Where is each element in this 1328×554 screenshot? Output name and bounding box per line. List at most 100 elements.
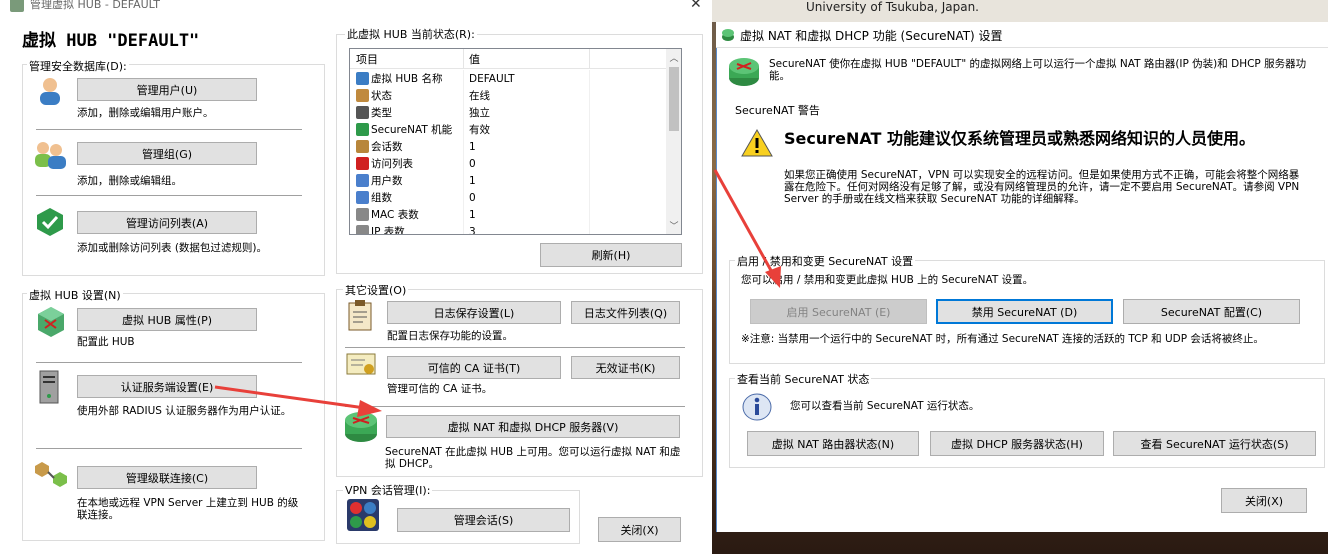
- scroll-up-icon[interactable]: ︿: [666, 51, 681, 64]
- warning-label: SecureNAT 警告: [735, 104, 820, 117]
- status-row-icon: [356, 174, 369, 187]
- col-value-header[interactable]: 值: [464, 49, 590, 68]
- row-item-label: MAC 表数: [371, 209, 419, 221]
- manage-users-button[interactable]: 管理用户(U): [77, 78, 257, 101]
- table-row[interactable]: 虚拟 HUB 名称 DEFAULT: [350, 70, 666, 87]
- other-settings-label: 其它设置(O): [343, 282, 409, 298]
- status-table[interactable]: 项目 值 虚拟 HUB 名称 DEFAULT 状态 在线 类型 独立 SecureNAT 机…: [349, 48, 682, 235]
- warning-body: 如果您正确使用 SecureNAT，VPN 可以实现安全的远程访问。但是如果使用…: [784, 169, 1300, 205]
- row-item-label: SecureNAT 机能: [371, 124, 453, 136]
- divider: [36, 362, 302, 363]
- divider: [36, 129, 302, 130]
- manage-users-desc: 添加，删除或编辑用户账户。: [77, 107, 214, 119]
- status-row-icon: [356, 225, 369, 234]
- row-item-cell: IP 表数: [350, 223, 464, 234]
- refresh-button[interactable]: 刷新(H): [540, 243, 682, 267]
- manage-groups-desc: 添加，删除或编辑组。: [77, 175, 182, 187]
- status-row-icon: [356, 191, 369, 204]
- cascade-icon: [34, 460, 68, 490]
- enable-securenat-button[interactable]: 启用 SecureNAT (E): [750, 299, 927, 324]
- table-row[interactable]: 会话数 1: [350, 138, 666, 155]
- row-item-cell: 虚拟 HUB 名称: [350, 70, 464, 87]
- virtual-nat-dhcp-button[interactable]: 虚拟 NAT 和虚拟 DHCP 服务器(V): [386, 415, 680, 438]
- row-item-cell: 组数: [350, 189, 464, 206]
- hub-icon: [10, 0, 24, 12]
- row-item-label: 类型: [371, 107, 392, 119]
- trusted-ca-desc: 管理可信的 CA 证书。: [387, 383, 493, 395]
- status-row-icon: [356, 208, 369, 221]
- disable-securenat-button[interactable]: 禁用 SecureNAT (D): [936, 299, 1113, 324]
- hub-cube-icon: [36, 306, 66, 338]
- row-value-cell: 在线: [464, 87, 590, 104]
- close-icon[interactable]: ✕: [690, 0, 702, 12]
- row-item-cell: 用户数: [350, 172, 464, 189]
- log-clipboard-icon: [347, 299, 373, 331]
- manage-sessions-button[interactable]: 管理会话(S): [397, 508, 570, 532]
- table-row[interactable]: 用户数 1: [350, 172, 666, 189]
- hub-manager-window: 管理虚拟 HUB - DEFAULT ✕ 虚拟 HUB "DEFAULT" 管理…: [0, 0, 712, 554]
- log-settings-desc: 配置日志保存功能的设置。: [387, 330, 513, 342]
- nat-status-label: 查看当前 SecureNAT 状态: [735, 371, 872, 387]
- table-row[interactable]: MAC 表数 1: [350, 206, 666, 223]
- server-icon: [36, 370, 62, 404]
- securenat-intro: SecureNAT 使你在虚拟 HUB "DEFAULT" 的虚拟网络上可以运行…: [769, 58, 1307, 82]
- manage-access-list-button[interactable]: 管理访问列表(A): [77, 211, 257, 234]
- hub-properties-button[interactable]: 虚拟 HUB 属性(P): [77, 308, 257, 331]
- row-item-cell: SecureNAT 机能: [350, 121, 464, 138]
- row-item-label: 状态: [371, 90, 392, 102]
- session-grid-icon: [347, 499, 379, 531]
- trusted-ca-button[interactable]: 可信的 CA 证书(T): [387, 356, 561, 379]
- info-icon: [741, 392, 773, 422]
- row-item-cell: 类型: [350, 104, 464, 121]
- row-value-cell: 有效: [464, 121, 590, 138]
- manage-cascade-desc: 在本地或远程 VPN Server 上建立到 HUB 的级联连接。: [77, 497, 299, 521]
- row-item-cell: 会话数: [350, 138, 464, 155]
- row-value-cell: DEFAULT: [464, 70, 590, 87]
- table-row[interactable]: 访问列表 0: [350, 155, 666, 172]
- row-item-label: 用户数: [371, 175, 403, 187]
- scroll-thumb[interactable]: [669, 67, 679, 131]
- status-row-icon: [356, 140, 369, 153]
- virtual-nat-dhcp-desc: SecureNAT 在此虚拟 HUB 上可用。您可以运行虚拟 NAT 和虚拟 D…: [385, 446, 681, 470]
- certificate-icon: [345, 352, 377, 378]
- securenat-close-button[interactable]: 关闭(X): [1221, 488, 1307, 513]
- toggle-desc: 您可以启用 / 禁用和变更此虚拟 HUB 上的 SecureNAT 设置。: [741, 274, 1034, 286]
- status-row-icon: [356, 123, 369, 136]
- nat-router-status-button[interactable]: 虚拟 NAT 路由器状态(N): [747, 431, 919, 456]
- securenat-run-status-button[interactable]: 查看 SecureNAT 运行状态(S): [1113, 431, 1316, 456]
- row-value-cell: 1: [464, 206, 590, 223]
- check-shield-icon: [34, 207, 66, 237]
- table-row[interactable]: 类型 独立: [350, 104, 666, 121]
- row-value-cell: 0: [464, 189, 590, 206]
- hub-settings-label: 虚拟 HUB 设置(N): [27, 287, 123, 303]
- divider: [345, 406, 685, 407]
- radius-settings-desc: 使用外部 RADIUS 认证服务器作为用户认证。: [77, 405, 292, 417]
- row-value-cell: 1: [464, 138, 590, 155]
- invalid-cert-button[interactable]: 无效证书(K): [571, 356, 680, 379]
- log-save-settings-button[interactable]: 日志保存设置(L): [387, 301, 561, 324]
- divider: [36, 448, 302, 449]
- background-caption: University of Tsukuba, Japan.: [806, 0, 979, 14]
- close-button[interactable]: 关闭(X): [598, 517, 681, 542]
- group-icon: [32, 140, 68, 170]
- table-scrollbar[interactable]: ︿ ﹀: [666, 49, 681, 234]
- manage-groups-button[interactable]: 管理组(G): [77, 142, 257, 165]
- table-row[interactable]: 组数 0: [350, 189, 666, 206]
- toggle-label: 启用 / 禁用和变更 SecureNAT 设置: [735, 253, 916, 269]
- table-row[interactable]: IP 表数 3: [350, 223, 666, 234]
- window-title: 管理虚拟 HUB - DEFAULT: [30, 0, 160, 11]
- session-label: VPN 会话管理(I):: [343, 482, 433, 498]
- securenat-config-button[interactable]: SecureNAT 配置(C): [1123, 299, 1300, 324]
- log-file-list-button[interactable]: 日志文件列表(Q): [571, 301, 680, 324]
- scroll-down-icon[interactable]: ﹀: [666, 219, 681, 232]
- col-item-header[interactable]: 项目: [350, 49, 464, 68]
- manage-cascade-button[interactable]: 管理级联连接(C): [77, 466, 257, 489]
- page-title: 虚拟 HUB "DEFAULT": [22, 31, 200, 51]
- security-db-label: 管理安全数据库(D):: [27, 58, 129, 74]
- radius-settings-button[interactable]: 认证服务端设置(E): [77, 375, 257, 398]
- dhcp-server-status-button[interactable]: 虚拟 DHCP 服务器状态(H): [930, 431, 1104, 456]
- table-row[interactable]: SecureNAT 机能 有效: [350, 121, 666, 138]
- status-row-icon: [356, 106, 369, 119]
- user-icon: [36, 76, 64, 106]
- table-row[interactable]: 状态 在线: [350, 87, 666, 104]
